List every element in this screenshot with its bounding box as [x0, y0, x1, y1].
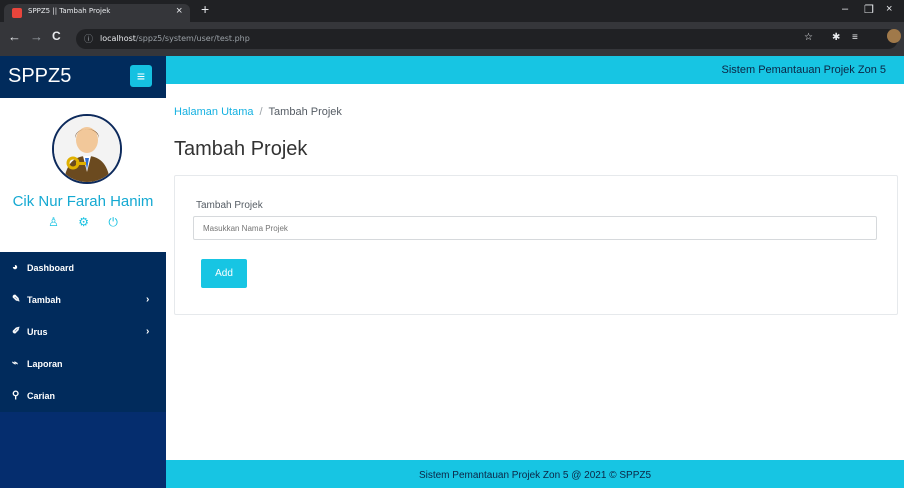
tab-title: SPPZ5 || Tambah Projek — [28, 7, 111, 15]
extensions-icon[interactable]: ✱ — [832, 32, 840, 43]
breadcrumb: Halaman Utama / Tambah Projek — [174, 106, 342, 118]
sidebar-item-label: Laporan — [27, 359, 63, 369]
settings-gear-icon[interactable]: ⚙ — [78, 215, 89, 229]
bookmark-star-icon[interactable]: ☆ — [804, 32, 813, 43]
chevron-right-icon: › — [146, 294, 150, 305]
sidebar-menu: ◕ Dashboard ✎ Tambah › ✐ Urus › ⌁ Lapora… — [0, 252, 166, 412]
dashboard-icon: ◕ — [12, 262, 19, 273]
sidebar-item-label: Urus — [27, 327, 48, 337]
address-bar: ← → C ⓘ localhost/sppz5/system/user/test… — [0, 22, 904, 56]
sidebar-item-label: Tambah — [27, 295, 61, 305]
tab-close-icon[interactable]: × — [176, 5, 182, 17]
sidebar-item-tambah[interactable]: ✎ Tambah › — [0, 284, 166, 316]
brand-logo-text[interactable]: SPPZ5 — [8, 65, 71, 88]
sidebar-item-laporan[interactable]: ⌁ Laporan — [0, 348, 166, 380]
sidebar-item-urus[interactable]: ✐ Urus › — [0, 316, 166, 348]
info-icon[interactable]: ⓘ — [84, 32, 93, 45]
url-text: localhost/sppz5/system/user/test.php — [100, 34, 250, 43]
sidebar-item-label: Dashboard — [27, 263, 75, 273]
sidebar-item-label: Carian — [27, 391, 56, 401]
url-host: localhost — [100, 34, 136, 43]
menu-toggle-button[interactable]: ≡ — [130, 65, 152, 87]
reload-icon[interactable]: C — [52, 29, 61, 43]
brand-bar: SPPZ5 ≡ — [0, 56, 166, 98]
search-icon: ⚲ — [12, 390, 20, 401]
browser-profile-avatar[interactable] — [887, 29, 901, 43]
minimize-icon[interactable]: – — [842, 3, 848, 15]
page-title: Tambah Projek — [174, 138, 308, 160]
top-header: Sistem Pemantauan Projek Zon 5 — [166, 56, 904, 84]
project-name-input[interactable] — [193, 216, 877, 240]
back-icon[interactable]: ← — [8, 29, 21, 44]
maximize-icon[interactable]: ❐ — [864, 3, 874, 16]
avatar — [52, 114, 122, 184]
url-field[interactable]: ⓘ localhost/sppz5/system/user/test.php ☆ — [76, 29, 898, 49]
browser-tab-bar: SPPZ5 || Tambah Projek × + – ❐ × — [0, 0, 904, 22]
pencil-square-icon: ✐ — [12, 326, 21, 337]
url-path: /sppz5/system/user/test.php — [135, 34, 250, 43]
browser-tab[interactable]: SPPZ5 || Tambah Projek × — [4, 4, 190, 22]
chart-line-icon: ⌁ — [12, 358, 19, 369]
breadcrumb-home-link[interactable]: Halaman Utama — [174, 106, 253, 118]
footer: Sistem Pemantauan Projek Zon 5 @ 2021 © … — [166, 460, 904, 488]
header-title: Sistem Pemantauan Projek Zon 5 — [721, 64, 886, 76]
user-name: Cik Nur Farah Hanim — [12, 193, 154, 210]
footer-text: Sistem Pemantauan Projek Zon 5 @ 2021 © … — [418, 470, 652, 481]
reading-list-icon[interactable]: ≡ — [852, 32, 858, 43]
user-avatar-icon — [54, 116, 120, 182]
sidebar-item-dashboard[interactable]: ◕ Dashboard — [0, 252, 166, 284]
power-logout-icon[interactable]: ⏻ — [108, 215, 118, 229]
chevron-right-icon: › — [146, 326, 150, 337]
window-close-icon[interactable]: × — [886, 3, 892, 15]
form-card: Tambah Projek Add — [174, 175, 898, 315]
forward-icon[interactable]: → — [30, 29, 43, 44]
breadcrumb-separator: / — [259, 106, 263, 118]
edit-icon: ✎ — [12, 294, 21, 305]
breadcrumb-current: Tambah Projek — [268, 106, 342, 118]
project-name-label: Tambah Projek — [196, 200, 263, 211]
add-button[interactable]: Add — [201, 259, 247, 288]
user-profile-panel: Cik Nur Farah Hanim ♙ ⚙ ⏻ — [0, 98, 166, 252]
favicon-icon — [12, 8, 22, 18]
sidebar: SPPZ5 ≡ Cik Nur Farah Hanim ♙ ⚙ ⏻ ◕ Dash… — [0, 56, 166, 488]
new-tab-button[interactable]: + — [201, 1, 209, 17]
sidebar-item-carian[interactable]: ⚲ Carian — [0, 380, 166, 412]
user-profile-icon[interactable]: ♙ — [48, 215, 59, 229]
user-actions: ♙ ⚙ ⏻ — [0, 215, 166, 230]
